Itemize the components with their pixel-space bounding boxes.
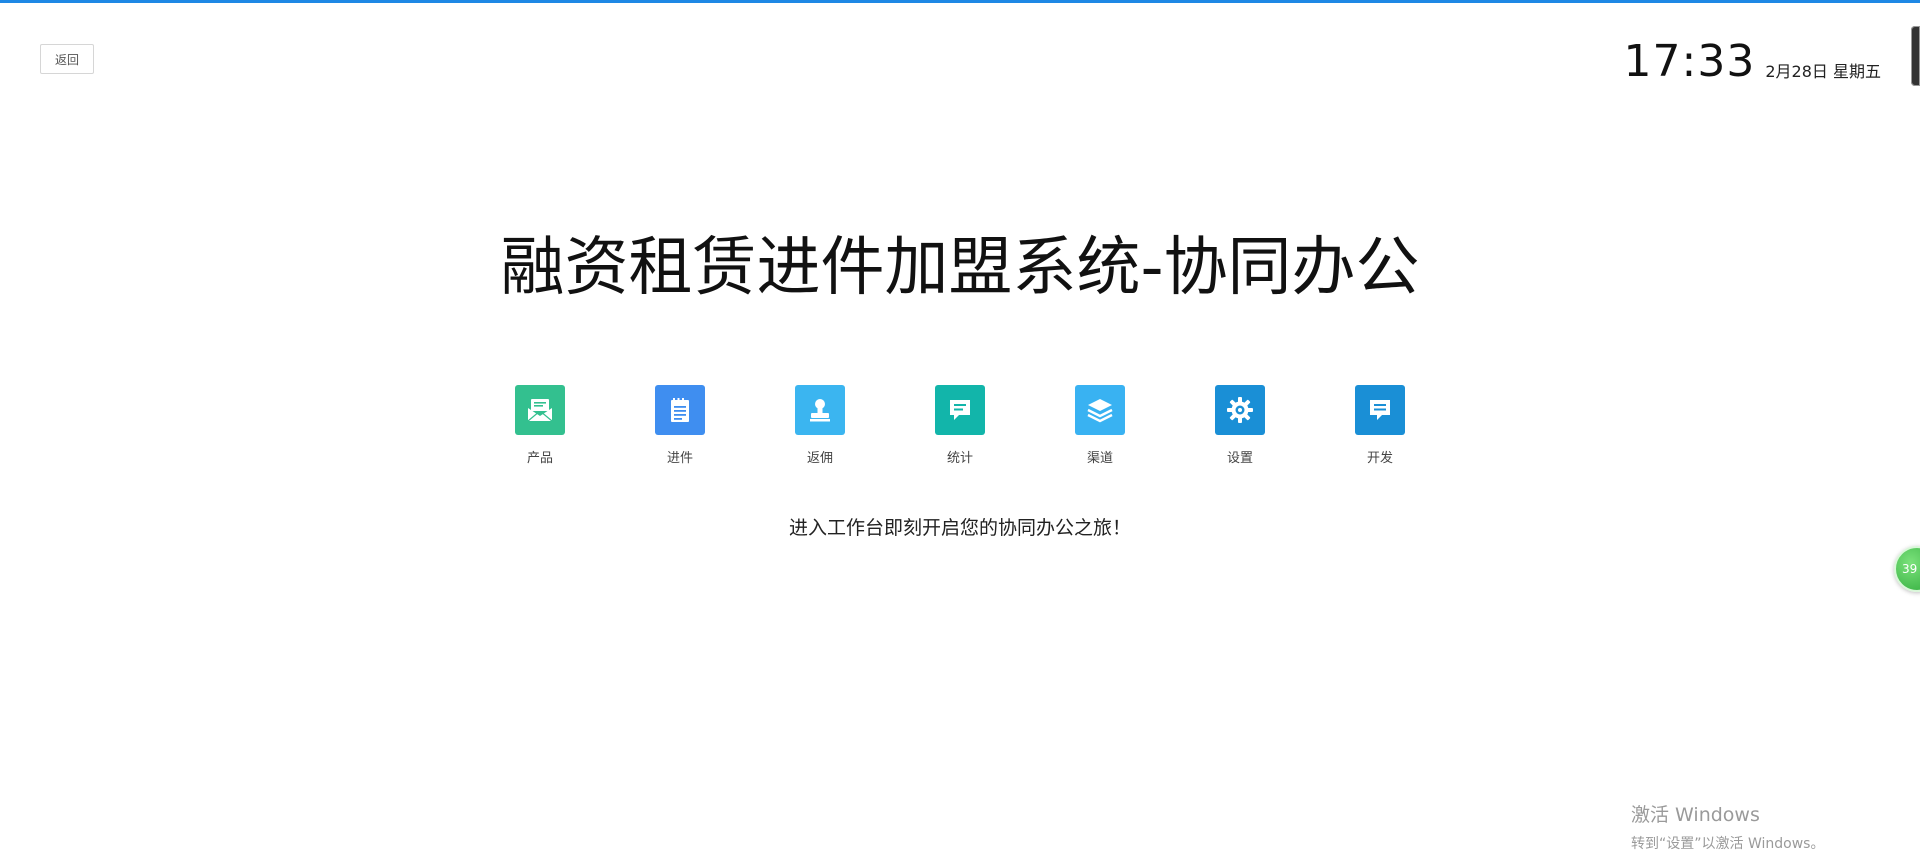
app-commission-tile[interactable]: [795, 385, 845, 435]
clock-date: 2月28日 星期五: [1765, 62, 1881, 81]
app-channel[interactable]: 渠道: [1058, 385, 1142, 466]
app-develop[interactable]: 开发: [1338, 385, 1422, 466]
clock: 17:33 2月28日 星期五: [1624, 40, 1881, 84]
app-channel-label: 渠道: [1086, 451, 1113, 466]
app-product-tile[interactable]: [515, 385, 565, 435]
app-product-label: 产品: [526, 451, 553, 466]
app-intake[interactable]: 进件: [638, 385, 722, 466]
layers-icon: [1087, 399, 1113, 423]
app-statistics[interactable]: 统计: [918, 385, 1002, 466]
app-commission-label: 返佣: [806, 451, 833, 466]
watermark-subtitle: 转到“设置”以激活 Windows。: [1631, 836, 1825, 852]
app-settings-tile[interactable]: [1215, 385, 1265, 435]
back-button[interactable]: 返回: [40, 44, 94, 74]
app-product[interactable]: 产品: [498, 385, 582, 466]
app-intake-label: 进件: [666, 451, 693, 466]
app-commission[interactable]: 返佣: [778, 385, 862, 466]
app-settings-label: 设置: [1226, 451, 1253, 466]
envelope-icon: [527, 399, 553, 422]
app-settings[interactable]: 设置: [1198, 385, 1282, 466]
chat-icon: [950, 400, 970, 420]
app-statistics-label: 统计: [946, 451, 973, 466]
stamp-icon: [810, 399, 830, 422]
watermark-title: 激活 Windows: [1631, 804, 1760, 826]
app-channel-tile[interactable]: [1075, 385, 1125, 435]
edge-panel-handle[interactable]: [1911, 26, 1920, 86]
app-develop-label: 开发: [1366, 451, 1393, 466]
app-intake-tile[interactable]: [655, 385, 705, 435]
windows-activation-watermark: 激活 Windows 转到“设置”以激活 Windows。: [1631, 800, 1824, 853]
notepad-icon: [671, 398, 689, 422]
gear-icon: [1227, 397, 1253, 423]
top-accent-line: [0, 0, 1920, 3]
clock-time: 17:33: [1623, 36, 1756, 87]
app-statistics-tile[interactable]: [935, 385, 985, 435]
welcome-message: 进入工作台即刻开启您的协同办公之旅！: [788, 517, 1131, 539]
app-grid: 产品 进件 返佣 统计 渠道 设置 开发: [498, 385, 1422, 466]
page-title: 融资租赁进件加盟系统-协同办公: [500, 231, 1420, 305]
floating-badge[interactable]: 39: [1894, 546, 1920, 592]
app-develop-tile[interactable]: [1355, 385, 1405, 435]
message-icon: [1370, 400, 1390, 420]
